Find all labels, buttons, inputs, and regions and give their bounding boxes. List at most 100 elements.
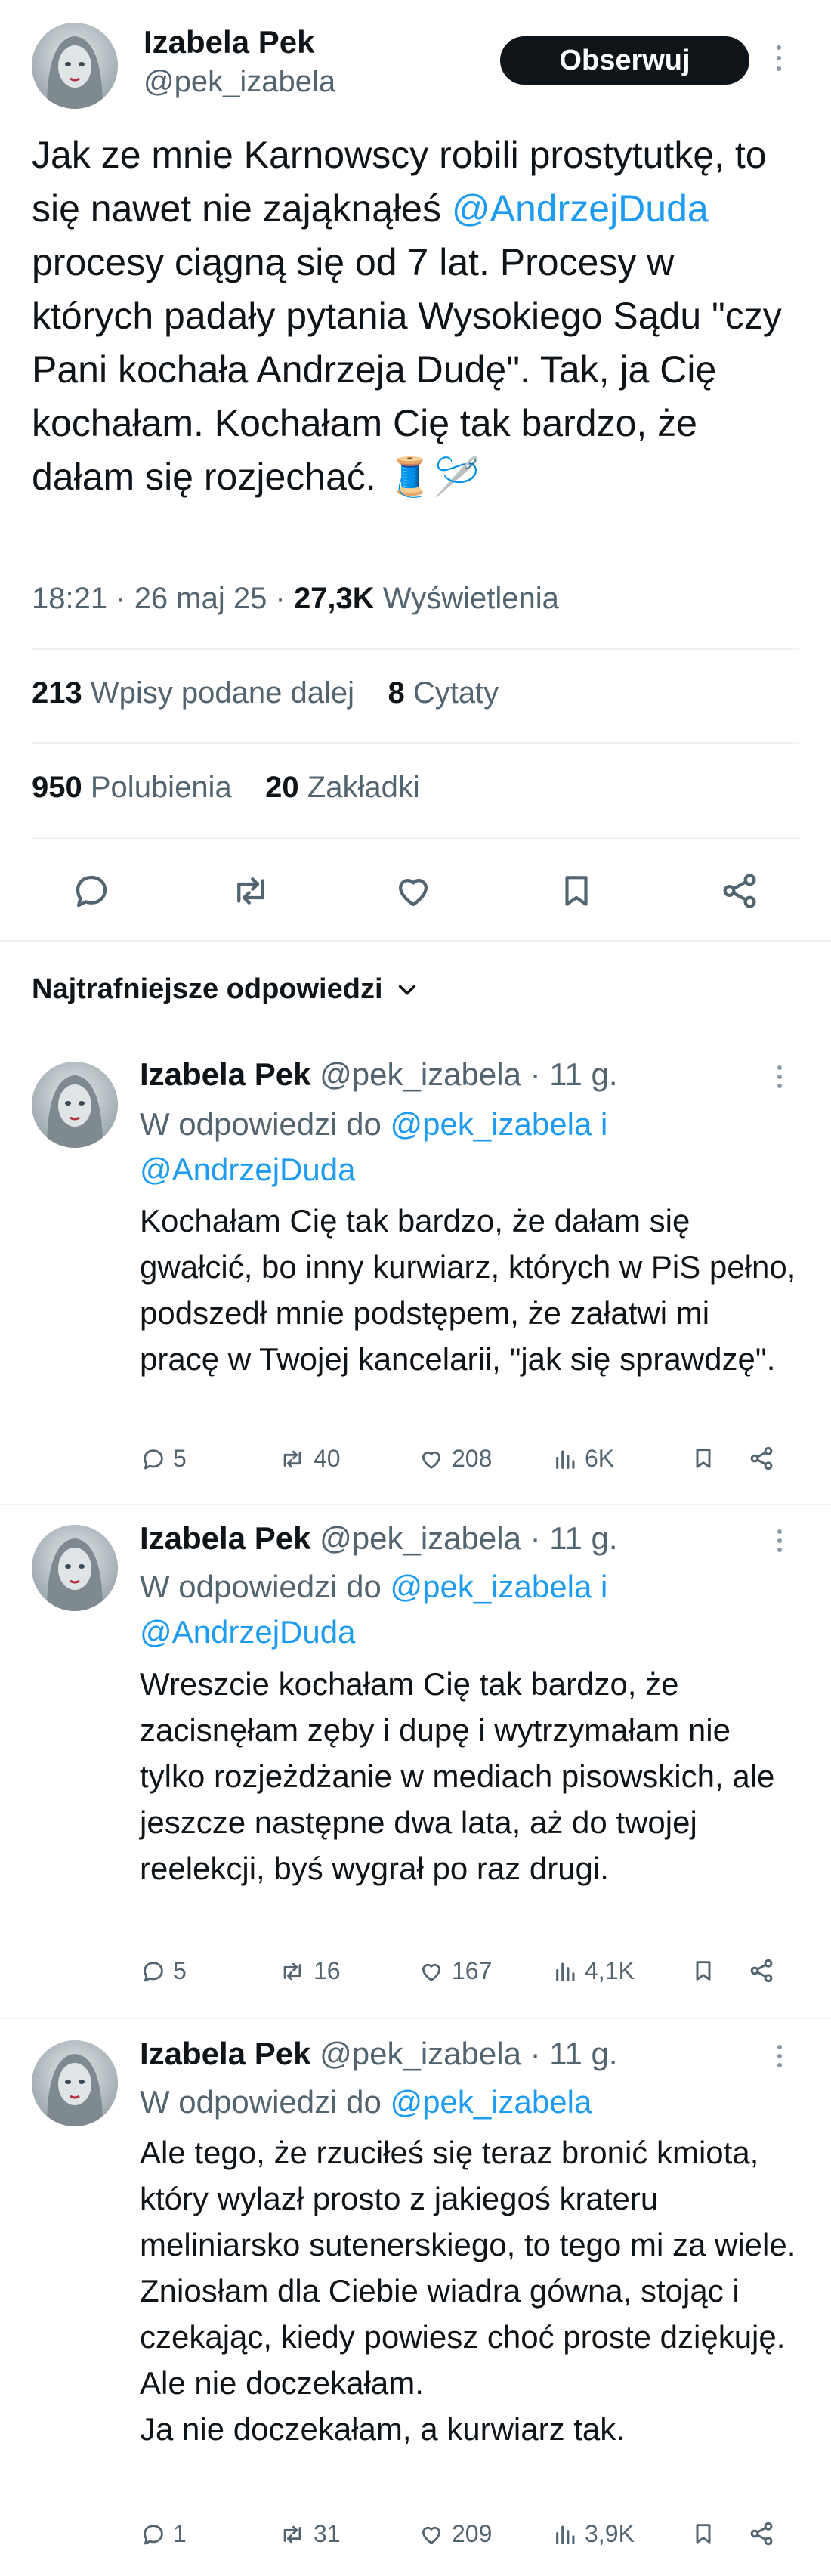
reply-repost-action[interactable]: 16 — [277, 1957, 341, 1985]
views-icon — [553, 2522, 579, 2547]
reply-count: 1 — [173, 2520, 187, 2547]
reposts-count: 213 — [32, 676, 82, 710]
author-avatar[interactable] — [32, 23, 118, 109]
divider — [0, 2018, 831, 2019]
bookmark-icon[interactable] — [691, 1957, 715, 1984]
reply-time[interactable]: · 11 g. — [530, 1056, 618, 1092]
reply-header: Izabela Pek @pek_izabela · 11 g. — [140, 1056, 618, 1093]
reply-avatar[interactable] — [32, 1525, 118, 1611]
quotes-stat[interactable]: 8 Cytaty — [388, 676, 499, 710]
reply-count: 5 — [173, 1445, 187, 1472]
replies-sort-label: Najtrafniejsze odpowiedzi — [32, 973, 383, 1005]
bookmark-icon[interactable] — [558, 871, 595, 911]
reply-views-action[interactable]: 6K — [553, 1445, 614, 1473]
bookmark-icon[interactable] — [691, 2520, 715, 2547]
reply-avatar[interactable] — [32, 1062, 118, 1148]
reply-replies-action[interactable]: 1 — [140, 2520, 187, 2548]
share-icon[interactable] — [748, 1957, 775, 1984]
reply-author-handle[interactable]: @pek_izabela — [320, 2036, 521, 2071]
reply-to-and: i — [601, 1569, 608, 1604]
repost-icon[interactable] — [228, 871, 273, 911]
reply-to-prefix: W odpowiedzi do — [140, 1106, 382, 1142]
reply-author-name[interactable]: Izabela Pek — [140, 2036, 310, 2071]
repost-icon — [277, 2522, 307, 2547]
reply-to-mention[interactable]: @pek_izabela — [391, 2084, 592, 2120]
reply-views-action[interactable]: 3,9K — [553, 2520, 635, 2548]
author-name[interactable]: Izabela Pek — [144, 24, 314, 60]
meta-sep-2: · — [275, 582, 286, 615]
reply-replies-action[interactable]: 5 — [140, 1445, 187, 1473]
repost-icon — [277, 1959, 307, 1984]
reply-to-line: W odpowiedzi do @pek_izabela i @AndrzejD… — [140, 1564, 789, 1655]
mention-link[interactable]: @AndrzejDuda — [452, 187, 709, 230]
like-icon — [417, 1959, 446, 1984]
chevron-down-icon — [397, 982, 418, 997]
repost-count: 16 — [314, 1957, 341, 1984]
bookmarks-count: 20 — [265, 771, 299, 804]
reply-header: Izabela Pek @pek_izabela · 11 g. — [140, 1520, 618, 1557]
reply-avatar[interactable] — [32, 2040, 118, 2126]
reply-repost-action[interactable]: 40 — [277, 1445, 341, 1473]
likes-stat[interactable]: 950 Polubienia — [32, 771, 232, 804]
divider — [32, 837, 799, 839]
reply-header: Izabela Pek @pek_izabela · 11 g. — [140, 2036, 618, 2072]
like-count: 167 — [452, 1957, 493, 1984]
more-options-icon[interactable] — [777, 2045, 783, 2067]
like-icon[interactable] — [391, 871, 435, 911]
reply-views-action[interactable]: 4,1K — [553, 1957, 635, 1985]
repost-icon — [277, 1446, 307, 1472]
share-icon[interactable] — [748, 2520, 775, 2547]
like-count: 209 — [452, 2520, 493, 2547]
reply-to-line: W odpowiedzi do @pek_izabela — [140, 2080, 789, 2125]
reply-time[interactable]: · 11 g. — [530, 2036, 618, 2071]
divider — [32, 648, 799, 650]
views-icon — [553, 1959, 579, 1984]
reply-to-mention[interactable]: @pek_izabela — [391, 1569, 592, 1604]
views-label: Wyświetlenia — [382, 582, 559, 615]
views-count: 6K — [585, 1445, 615, 1472]
reply-icon — [140, 1446, 167, 1472]
post-date[interactable]: 26 maj 25 — [134, 582, 267, 615]
reply-author-handle[interactable]: @pek_izabela — [320, 1520, 521, 1556]
likes-label: Polubienia — [90, 771, 232, 804]
author-handle[interactable]: @pek_izabela — [144, 65, 335, 99]
reply-author-name[interactable]: Izabela Pek — [140, 1520, 310, 1556]
reply-count: 5 — [173, 1957, 187, 1984]
reply-to-mention[interactable]: @pek_izabela — [391, 1106, 592, 1142]
reply-repost-action[interactable]: 31 — [277, 2520, 341, 2548]
views-count: 4,1K — [585, 1957, 635, 1984]
meta-sep-1: · — [116, 582, 126, 615]
share-icon[interactable] — [718, 871, 761, 911]
bookmarks-stat[interactable]: 20 Zakładki — [265, 771, 420, 804]
post-time[interactable]: 18:21 — [32, 582, 107, 615]
reply-to-prefix: W odpowiedzi do — [140, 2084, 382, 2120]
more-options-icon[interactable] — [775, 45, 783, 71]
reply-like-action[interactable]: 167 — [417, 1957, 492, 1985]
divider — [0, 940, 831, 942]
reply-text: Ale tego, że rzuciłeś się teraz bronić k… — [140, 2135, 796, 2447]
reply-author-name[interactable]: Izabela Pek — [140, 1056, 310, 1092]
reply-like-action[interactable]: 208 — [417, 1445, 492, 1473]
reposts-quotes-stats: 213 Wpisy podane dalej 8 Cytaty — [32, 676, 499, 710]
replies-sort-dropdown[interactable]: Najtrafniejsze odpowiedzi — [32, 973, 418, 1006]
likes-count: 950 — [32, 771, 82, 804]
quotes-count: 8 — [388, 676, 405, 710]
follow-button[interactable]: Obserwuj — [500, 36, 749, 85]
reply-author-handle[interactable]: @pek_izabela — [320, 1056, 521, 1092]
more-options-icon[interactable] — [777, 1529, 783, 1552]
like-icon — [417, 1446, 446, 1472]
reply-time[interactable]: · 11 g. — [530, 1520, 618, 1556]
more-options-icon[interactable] — [777, 1065, 783, 1088]
reply-to-mention[interactable]: @AndrzejDuda — [140, 1614, 355, 1650]
like-icon — [417, 2522, 446, 2547]
reply-like-action[interactable]: 209 — [417, 2520, 492, 2548]
reply-icon — [140, 2522, 167, 2547]
reply-to-mention[interactable]: @AndrzejDuda — [140, 1152, 355, 1187]
reposts-stat[interactable]: 213 Wpisy podane dalej — [32, 676, 354, 710]
share-icon[interactable] — [748, 1445, 775, 1472]
bookmark-icon[interactable] — [691, 1445, 715, 1472]
likes-bookmarks-stats: 950 Polubienia 20 Zakładki — [32, 771, 420, 805]
reply-icon[interactable] — [70, 871, 113, 911]
reply-replies-action[interactable]: 5 — [140, 1957, 187, 1985]
bookmarks-label: Zakładki — [307, 771, 420, 804]
